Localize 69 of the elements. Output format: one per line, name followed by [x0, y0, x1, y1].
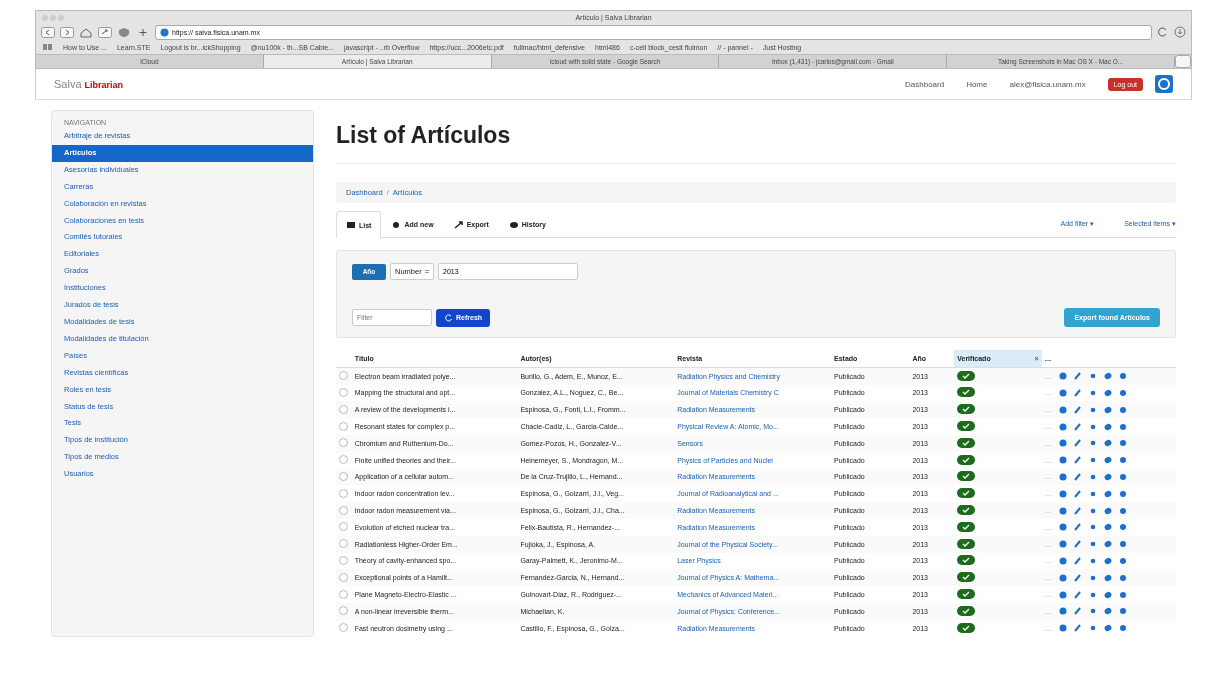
- dot-icon[interactable]: [1088, 573, 1097, 582]
- dot-icon[interactable]: [1118, 489, 1127, 498]
- dot-icon[interactable]: [1088, 590, 1097, 599]
- dot-icon[interactable]: [1088, 489, 1097, 498]
- dot-icon[interactable]: [1118, 456, 1127, 465]
- arrow-icon: [453, 219, 464, 230]
- book-icon[interactable]: [42, 42, 53, 52]
- dot-icon[interactable]: [1118, 590, 1127, 599]
- dot-icon[interactable]: [1118, 556, 1127, 565]
- dot-icon: [391, 219, 402, 230]
- globe-icon: [160, 27, 169, 37]
- page-title: List of Artículos: [336, 122, 1176, 164]
- home-icon[interactable]: [79, 26, 93, 38]
- dot-icon[interactable]: [1118, 405, 1127, 414]
- radio-button[interactable]: [339, 505, 348, 515]
- dot-icon[interactable]: [1118, 607, 1127, 616]
- list-icon: [346, 220, 356, 230]
- refresh-icon: [444, 313, 453, 322]
- dot-icon[interactable]: [1118, 372, 1127, 381]
- radio-button[interactable]: [339, 371, 348, 381]
- radio-button[interactable]: [339, 522, 348, 532]
- dot-icon[interactable]: [1118, 472, 1127, 481]
- radio-button[interactable]: [339, 623, 348, 633]
- disc-icon: [508, 219, 519, 230]
- radio-button[interactable]: [339, 455, 348, 465]
- download-icon[interactable]: [1174, 26, 1186, 38]
- dot-icon[interactable]: [1118, 540, 1127, 549]
- radio-button[interactable]: [339, 488, 348, 498]
- radio-button[interactable]: [339, 606, 348, 616]
- dot-icon[interactable]: [1088, 456, 1097, 465]
- shield-icon[interactable]: [117, 26, 131, 38]
- dot-icon[interactable]: [1088, 556, 1097, 565]
- radio-button[interactable]: [339, 471, 348, 481]
- dot-icon[interactable]: [1088, 422, 1097, 431]
- dot-icon[interactable]: [1088, 607, 1097, 616]
- share-icon[interactable]: [98, 26, 112, 38]
- dot-icon[interactable]: [1088, 372, 1097, 381]
- dot-icon[interactable]: [1088, 389, 1097, 397]
- dot-icon[interactable]: [1088, 405, 1097, 414]
- back-icon[interactable]: [41, 26, 55, 38]
- radio-button[interactable]: [339, 388, 348, 397]
- radio-button[interactable]: [339, 421, 348, 431]
- dot-icon[interactable]: [1088, 506, 1097, 515]
- user-icon[interactable]: [1155, 75, 1173, 93]
- forward-icon[interactable]: [60, 26, 74, 38]
- site-logo: Salva Librarian: [54, 78, 124, 90]
- reload-icon[interactable]: [1157, 26, 1169, 38]
- radio-button[interactable]: [339, 589, 348, 599]
- dot-icon[interactable]: [1118, 422, 1127, 431]
- nav-link[interactable]: Home: [966, 79, 988, 89]
- dot-icon[interactable]: [1118, 624, 1127, 633]
- window-controls-icon: [41, 14, 65, 22]
- radio-button[interactable]: [339, 539, 348, 549]
- nav-link[interactable]: alex@fisica.unam.mx: [1009, 79, 1086, 89]
- dot-icon[interactable]: [1118, 439, 1127, 448]
- dot-icon[interactable]: [1118, 506, 1127, 515]
- radio-button[interactable]: [339, 438, 348, 448]
- radio-button[interactable]: [339, 404, 348, 414]
- dot-icon[interactable]: [1088, 472, 1097, 481]
- nav-link[interactable]: Dashboard: [905, 79, 945, 89]
- dot-icon[interactable]: [1088, 540, 1097, 549]
- dot-icon[interactable]: [1088, 439, 1097, 448]
- radio-button[interactable]: [339, 572, 348, 582]
- dot-icon[interactable]: [1088, 523, 1097, 532]
- dot-icon[interactable]: [1118, 573, 1127, 582]
- dot-icon[interactable]: [1088, 624, 1097, 633]
- dot-icon[interactable]: [1118, 523, 1127, 532]
- radio-button[interactable]: [339, 555, 348, 565]
- dot-icon[interactable]: [1118, 389, 1127, 397]
